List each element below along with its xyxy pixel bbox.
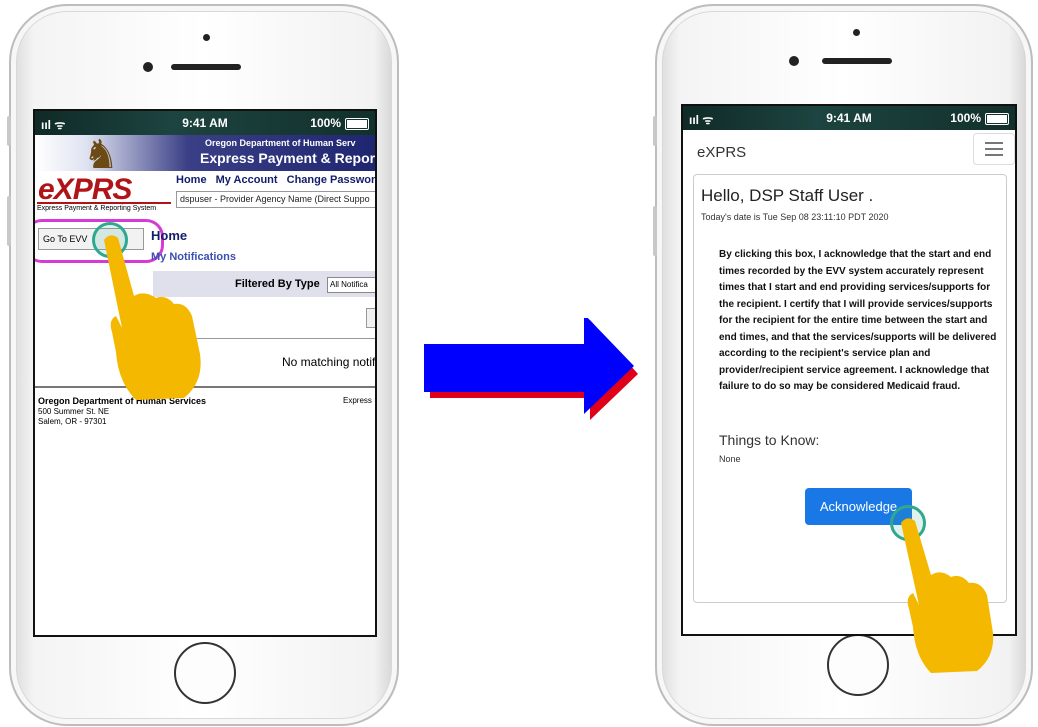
battery-icon [985,113,1009,125]
sensor-dot [853,29,860,36]
footer-address-line2: Salem, OR - 97301 [38,417,107,426]
hamburger-menu-icon[interactable] [973,133,1015,165]
battery-percent: 100% [310,116,341,130]
consent-statement: By clicking this box, I acknowledge that… [719,249,997,392]
horse-rider-logo-icon: ♞ [83,133,119,177]
speaker-slot [171,64,241,70]
hand-pointer-icon [901,518,994,673]
nav-my-account-link[interactable]: My Account [216,174,278,186]
front-camera [789,56,799,66]
front-camera [143,62,153,72]
hand-pointer-icon [104,235,201,400]
sensor-dot [203,34,210,41]
footer-right: Express [343,396,372,405]
agency-name: Oregon Department of Human Serv [205,138,356,148]
nav-change-password-link[interactable]: Change Password [287,174,375,186]
home-button[interactable] [174,642,236,704]
home-button[interactable] [827,634,889,696]
volume-button [7,116,11,146]
battery-icon [345,118,369,130]
user-select[interactable]: dspuser - Provider Agency Name (Direct S… [176,191,375,208]
current-date: Today's date is Tue Sep 08 23:11:10 PDT … [701,212,889,222]
greeting: Hello, DSP Staff User . [701,186,874,205]
status-bar: ııl ᯤ 9:41 AM 100% [683,106,1015,130]
battery-percent: 100% [950,111,981,125]
top-nav: Home My Account Change Password [176,174,375,186]
app-brand[interactable]: eXPRS [697,144,746,161]
filter-type-select[interactable]: All Notifica [327,277,375,293]
app-title: Express Payment & Report [200,150,377,166]
arrow-right-icon [424,318,638,420]
filter-action-button[interactable]: H [366,308,375,328]
nav-home-link[interactable]: Home [176,174,207,186]
status-bar: ııl ᯤ 9:41 AM 100% [35,111,375,135]
logo-subtitle: Express Payment & Reporting System [37,205,157,212]
empty-notifications-message: No matching notifi [282,355,377,369]
things-to-know-heading: Things to Know: [719,432,820,448]
speaker-slot [822,58,892,64]
volume-button [7,196,11,246]
volume-button [653,206,657,256]
volume-button [653,116,657,146]
things-to-know-value: None [719,454,741,464]
footer-address-line1: 500 Summer St. NE [38,407,110,416]
filter-label: Filtered By Type [235,278,320,290]
logo-underline [37,202,171,204]
